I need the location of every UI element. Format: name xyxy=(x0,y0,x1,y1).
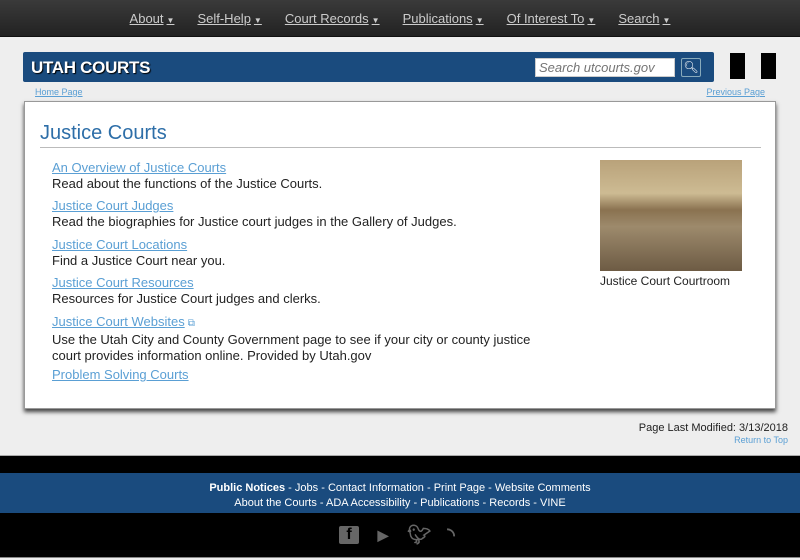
resources-link[interactable]: Justice Court Resources xyxy=(52,275,321,291)
list-item: Justice Court Websites ⧉ Use the Utah City… xyxy=(52,314,552,364)
problem-solving-link[interactable]: Problem Solving Courts xyxy=(52,367,189,383)
caret-down-icon: ▼ xyxy=(662,15,671,25)
nav-search[interactable]: Search ▼ xyxy=(618,11,670,26)
nav-self-help[interactable]: Self-Help ▼ xyxy=(197,11,261,26)
site-header: UTAH COURTS 🔍︎ xyxy=(23,52,714,82)
nav-publications[interactable]: Publications ▼ xyxy=(403,11,484,26)
home-page-link[interactable]: Home Page xyxy=(35,87,83,97)
top-nav: About ▼ Self-Help ▼ Court Records ▼ Publica… xyxy=(0,0,800,37)
page-title: Justice Courts xyxy=(40,122,167,144)
facebook-icon[interactable]: f xyxy=(339,526,359,544)
locations-link[interactable]: Justice Court Locations xyxy=(52,237,225,253)
search-icon: 🔍︎ xyxy=(683,60,699,74)
site-logo[interactable]: UTAH COURTS xyxy=(31,58,150,78)
footer-link[interactable]: Contact Information xyxy=(328,482,424,494)
search-button[interactable]: 🔍︎ xyxy=(681,58,701,77)
external-link-icon: ⧉ xyxy=(187,318,195,329)
websites-link[interactable]: Justice Court Websites xyxy=(52,314,185,329)
black-block xyxy=(730,53,745,79)
twitter-icon[interactable]: 🐦︎ xyxy=(407,523,431,547)
divider xyxy=(40,147,761,148)
nav-label: Of Interest To xyxy=(506,10,585,26)
link-label: Justice Court Websites xyxy=(52,314,185,329)
item-desc: Use the Utah City and County Government … xyxy=(52,332,531,363)
youtube-icon[interactable]: ▶ xyxy=(373,527,393,544)
black-block xyxy=(761,53,776,79)
social-bar: f ▶ 🐦︎ ◝ xyxy=(0,513,800,558)
nav-about[interactable]: About ▼ xyxy=(130,11,175,26)
nav-label: Publications xyxy=(402,10,473,26)
footer-link[interactable]: Website Comments xyxy=(495,482,591,494)
footer-link[interactable]: VINE xyxy=(540,497,566,509)
footer-link[interactable]: Print Page xyxy=(434,482,485,494)
nav-court-records[interactable]: Court Records ▼ xyxy=(285,11,380,26)
list-item: Problem Solving Courts xyxy=(52,367,189,383)
footer-link[interactable]: About the Courts xyxy=(234,497,317,509)
footer-link[interactable]: Records xyxy=(489,497,530,509)
footer-link[interactable]: ADA Accessibility xyxy=(326,497,410,509)
list-item: An Overview of Justice Courts Read about … xyxy=(52,160,322,192)
footer-link[interactable]: Jobs xyxy=(295,482,318,494)
list-item: Justice Court Resources Resources for Jus… xyxy=(52,275,321,307)
footer-links: Public Notices - Jobs - Contact Informat… xyxy=(0,473,800,513)
list-item: Justice Court Locations Find a Justice Co… xyxy=(52,237,225,269)
judges-link[interactable]: Justice Court Judges xyxy=(52,198,457,214)
list-item: Justice Court Judges Read the biographies… xyxy=(52,198,457,230)
caret-down-icon: ▼ xyxy=(166,15,175,25)
caret-down-icon: ▼ xyxy=(587,15,596,25)
nav-of-interest-to[interactable]: Of Interest To ▼ xyxy=(507,11,596,26)
caret-down-icon: ▼ xyxy=(253,15,262,25)
return-to-top-link[interactable]: Return to Top xyxy=(734,435,788,445)
image-caption: Justice Court Courtroom xyxy=(600,274,731,288)
search-input[interactable] xyxy=(535,58,675,77)
nav-label: Court Records xyxy=(284,10,369,26)
overview-link[interactable]: An Overview of Justice Courts xyxy=(52,160,322,176)
caret-down-icon: ▼ xyxy=(475,15,484,25)
item-desc: Read about the functions of the Justice … xyxy=(52,176,323,191)
nav-label: About xyxy=(129,10,164,26)
nav-label: Self-Help xyxy=(197,10,251,26)
last-modified: Page Last Modified: 3/13/2018 xyxy=(638,422,788,434)
item-desc: Resources for Justice Court judges and c… xyxy=(52,291,321,306)
nav-label: Search xyxy=(618,10,660,26)
previous-page-link[interactable]: Previous Page xyxy=(706,87,765,97)
courtroom-image xyxy=(600,160,742,271)
footer-spacer xyxy=(0,455,800,473)
footer-link[interactable]: Public Notices xyxy=(209,482,285,494)
caret-down-icon: ▼ xyxy=(371,15,380,25)
content-panel: Justice Courts An Overview of Justice Co… xyxy=(24,101,776,409)
item-desc: Find a Justice Court near you. xyxy=(52,253,226,268)
item-desc: Read the biographies for Justice court j… xyxy=(52,214,457,229)
footer-link[interactable]: Publications xyxy=(420,497,479,509)
rss-icon[interactable]: ◝ xyxy=(441,524,461,547)
